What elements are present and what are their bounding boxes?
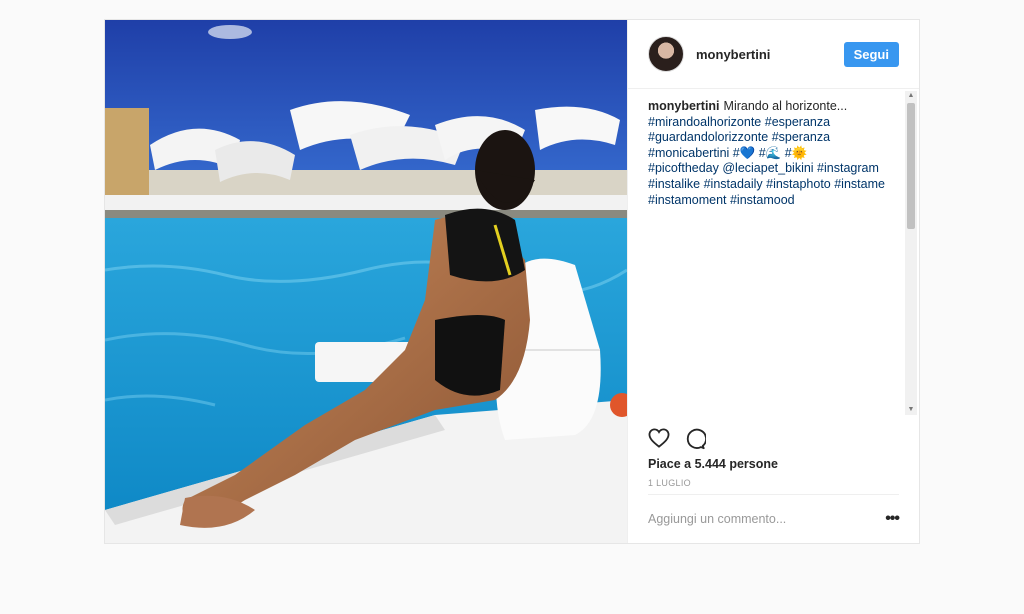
post-sidebar: monybertini Segui monybertini Mirando al … <box>627 20 919 543</box>
more-options-icon[interactable]: ••• <box>885 510 900 528</box>
caption-line[interactable]: #monicabertini #💙 #🌊 #🌞 <box>648 146 807 160</box>
likes-count[interactable]: Piace a 5.444 persone <box>648 457 778 471</box>
caption: monybertini Mirando al horizonte... #mira… <box>628 89 919 208</box>
scroll-down-icon[interactable]: ▼ <box>905 405 917 415</box>
post-date: 1 luglio <box>648 478 691 488</box>
post-actions <box>648 428 706 450</box>
caption-line[interactable]: #mirandoalhorizonte #esperanza <box>648 115 830 129</box>
comment-bubble-icon[interactable] <box>684 428 706 450</box>
comment-input[interactable] <box>648 512 886 526</box>
comment-bar: ••• <box>648 494 900 543</box>
post-header: monybertini Segui <box>628 20 919 89</box>
caption-area: monybertini Mirando al horizonte... #mira… <box>628 89 919 417</box>
caption-author[interactable]: monybertini <box>648 99 720 113</box>
caption-line[interactable]: #guardandolorizzonte #speranza <box>648 130 830 144</box>
caption-line[interactable]: #instalike #instadaily #instaphoto #inst… <box>648 177 885 191</box>
caption-line[interactable]: #instamoment #instamood <box>648 193 795 207</box>
post-photo-image <box>105 20 627 543</box>
post-photo[interactable] <box>105 20 627 543</box>
caption-line[interactable]: #picoftheday @leciapet_bikini #instagram <box>648 161 879 175</box>
avatar[interactable] <box>648 36 684 72</box>
heart-icon[interactable] <box>648 428 670 450</box>
instagram-post: monybertini Segui monybertini Mirando al … <box>104 19 920 544</box>
caption-scrollbar[interactable]: ▲ ▼ <box>905 91 917 415</box>
username-link[interactable]: monybertini <box>696 47 844 62</box>
caption-text: Mirando al horizonte... <box>723 99 848 113</box>
scroll-up-icon[interactable]: ▲ <box>905 91 917 101</box>
scrollbar-thumb[interactable] <box>907 103 915 229</box>
follow-button[interactable]: Segui <box>843 41 899 67</box>
